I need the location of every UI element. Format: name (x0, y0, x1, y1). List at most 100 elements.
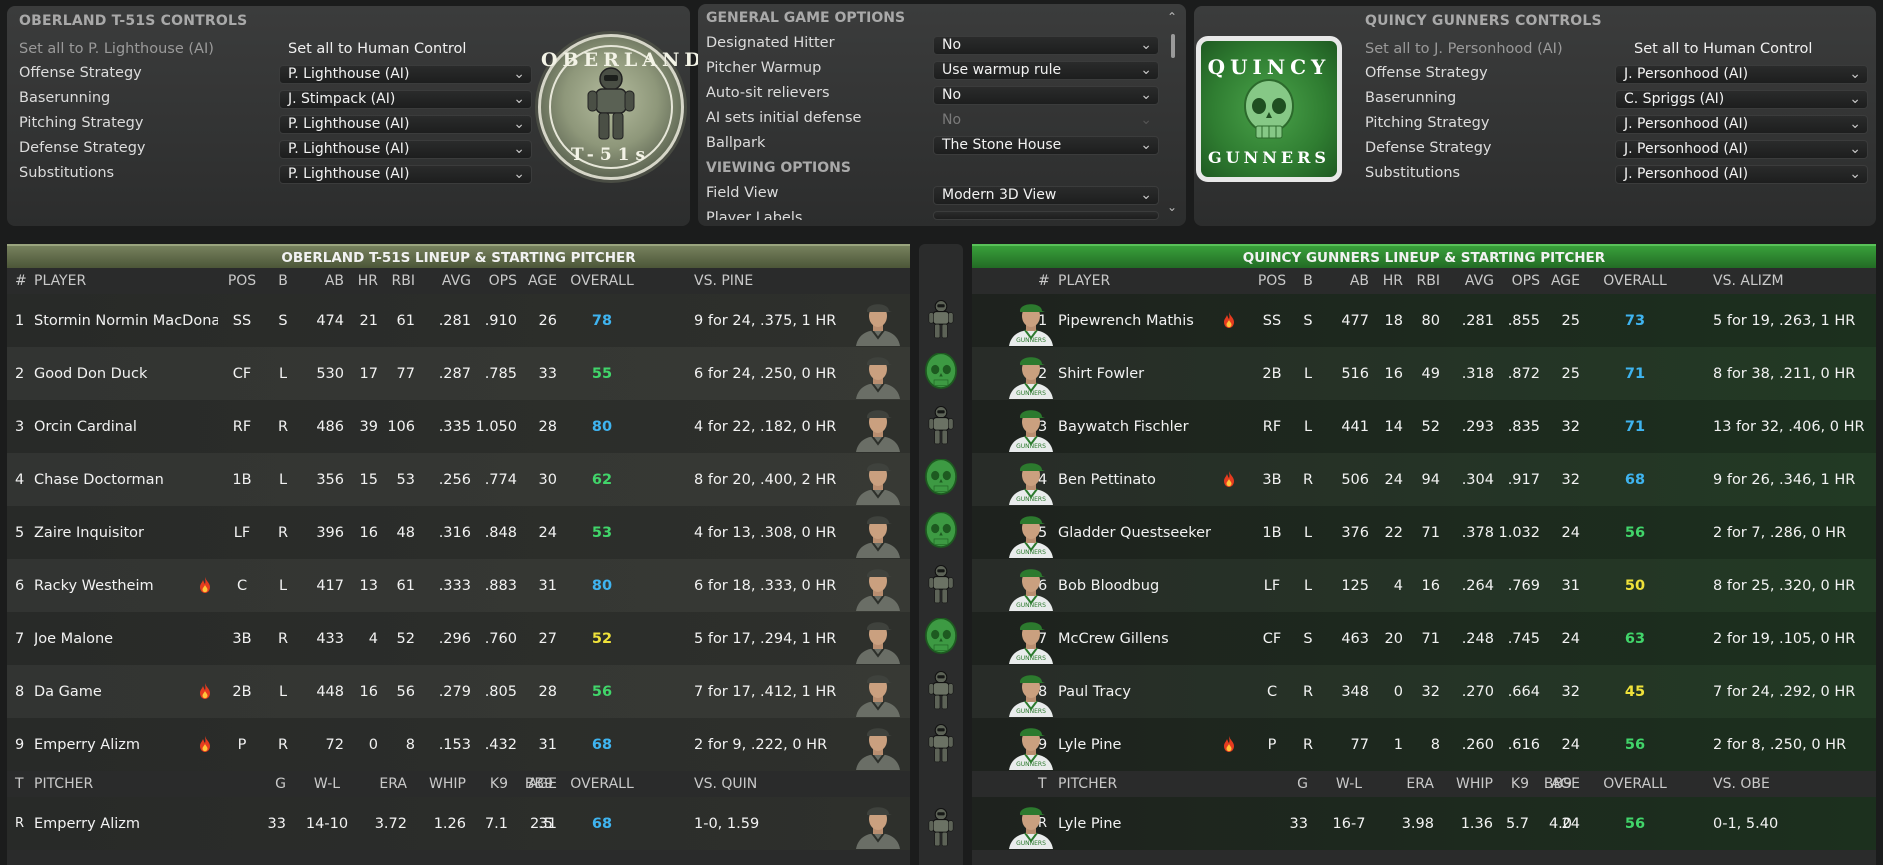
pitcher-column-header-whip[interactable]: WHIP (416, 771, 466, 797)
batting-average: .296 (438, 630, 471, 647)
option-dropdown[interactable]: No ⌄ (933, 36, 1159, 55)
column-header-player[interactable]: PLAYER (34, 268, 86, 294)
away-control-dropdown[interactable]: J. Personhood (AI) ⌄ (1615, 115, 1868, 134)
column-header-b[interactable]: B (1298, 268, 1318, 294)
column-header-num[interactable]: # (15, 268, 27, 294)
batter-row[interactable]: 2 Good Don Duck CF L 530 17 77.287.785 33 55 6 fo… (7, 347, 910, 400)
pitcher-column-header-k9[interactable]: K9 (472, 771, 508, 797)
column-header-avg[interactable]: AVG (1448, 268, 1494, 294)
batter-row[interactable]: 8 Da Game 2B L 448 16 56.279.805 28 56 7 for 17, … (7, 665, 910, 718)
pitcher-column-header-pitcher[interactable]: PITCHER (34, 771, 104, 797)
pitcher-column-header-pitcher[interactable]: PITCHER (1058, 771, 1128, 797)
batter-row[interactable]: 8 Paul Tracy C R 348 0 32.270.664 32 45 7 for 24,… (972, 665, 1876, 718)
option-dropdown[interactable]: Use warmup rule ⌄ (933, 61, 1159, 80)
pitcher-column-header-g[interactable]: G (256, 771, 286, 797)
home-control-dropdown[interactable]: P. Lighthouse (AI) ⌄ (279, 140, 532, 159)
home-runs: 13 (359, 577, 378, 594)
column-header-age[interactable]: AGE (1540, 268, 1580, 294)
away-control-dropdown[interactable]: J. Personhood (AI) ⌄ (1615, 165, 1868, 184)
home-control-dropdown[interactable]: P. Lighthouse (AI) ⌄ (279, 65, 532, 84)
batter-row[interactable]: 1 Pipewrench Mathis SS S 477 18 80.281.855 25 73… (972, 294, 1876, 347)
column-header-ops[interactable]: OPS (471, 268, 517, 294)
batter-row[interactable]: 6 Bob Bloodbug LF L 125 4 16.264.769 31 50 8 for … (972, 559, 1876, 612)
batter-row[interactable]: 1 Stormin Normin MacDonald SS S 474 21 61.281.… (7, 294, 910, 347)
chevron-down-icon: ⌄ (1849, 116, 1861, 132)
pitcher-column-header-whip[interactable]: WHIP (1443, 771, 1493, 797)
column-header-hr[interactable]: HR (338, 268, 378, 294)
away-control-dropdown[interactable]: J. Personhood (AI) ⌄ (1615, 65, 1868, 84)
column-header-pos[interactable]: POS (222, 268, 262, 294)
away-control-dropdown[interactable]: J. Personhood (AI) ⌄ (1615, 140, 1868, 159)
column-header-vs[interactable]: VS. PINE (694, 268, 753, 294)
whip: 1.26 (433, 815, 466, 832)
pitcher-column-header-age[interactable]: AGE (1540, 771, 1580, 797)
column-header-b[interactable]: B (273, 268, 293, 294)
pitcher-column-header-vs[interactable]: VS. OBE (1713, 771, 1813, 797)
column-header-player[interactable]: PLAYER (1058, 268, 1110, 294)
pitcher-column-header-g[interactable]: G (1278, 771, 1308, 797)
batter-row[interactable]: 7 Joe Malone 3B R 433 4 52.296.760 27 52 5 for 17… (7, 612, 910, 665)
pitcher-column-header-era[interactable]: ERA (367, 771, 407, 797)
view-option-dropdown[interactable] (933, 211, 1159, 220)
starting-pitcher-row[interactable]: R Emperry Alizm 33 14-10 3.72 1.26 7.1 2.5 31 68 1… (7, 797, 910, 850)
away-set-all-ai-button[interactable]: Set all to J. Personhood (AI) (1365, 41, 1625, 57)
batter-row[interactable]: 9 Emperry Alizm P R 72 0 8.153.432 31 68 2 for 9,… (7, 718, 910, 771)
column-header-overall[interactable]: OVERALL (566, 268, 638, 294)
batter-row[interactable]: 6 Racky Westheim C L 417 13 61.333.883 31 80 6 fo… (7, 559, 910, 612)
pitcher-column-header-overall[interactable]: OVERALL (1599, 771, 1671, 797)
column-header-hr[interactable]: HR (1363, 268, 1403, 294)
vs-pitcher-stats: 2 for 19, .105, 0 HR (1713, 630, 1856, 647)
column-header-ops[interactable]: OPS (1494, 268, 1540, 294)
pitcher-column-header-vs[interactable]: VS. QUIN (694, 771, 794, 797)
starting-pitcher-row[interactable]: R Lyle Pine 33 16-7 3.98 1.36 5.7 4.0 24 56 0-1, 5… (972, 797, 1876, 850)
away-control-dropdown[interactable]: C. Spriggs (AI) ⌄ (1615, 90, 1868, 109)
batter-row[interactable]: 9 Lyle Pine P R 77 1 8.260.616 24 56 2 for 8, .25… (972, 718, 1876, 771)
rbi: 71 (1421, 630, 1440, 647)
pitcher-column-header-age[interactable]: AGE (517, 771, 557, 797)
home-runs: 24 (1384, 471, 1403, 488)
batter-row[interactable]: 5 Gladder Questseeker 1B L 376 22 71.378 1.032 2… (972, 506, 1876, 559)
pitcher-column-header-t[interactable]: T (15, 771, 29, 797)
home-set-all-human-button[interactable]: Set all to Human Control (288, 41, 466, 57)
position: 2B (232, 683, 252, 700)
batter-row[interactable]: 4 Chase Doctorman 1B L 356 15 53.256.774 30 62 8 … (7, 453, 910, 506)
pitcher-column-header-era[interactable]: ERA (1394, 771, 1434, 797)
overall-rating: 50 (1624, 577, 1646, 594)
svg-text:GUNNERS: GUNNERS (1016, 761, 1046, 768)
batter-row[interactable]: 3 Baywatch Fischler RF L 441 14 52.293.835 32 71… (972, 400, 1876, 453)
column-header-rbi[interactable]: RBI (1400, 268, 1440, 294)
column-header-age[interactable]: AGE (517, 268, 557, 294)
scroll-up-icon[interactable]: ⌃ (1167, 10, 1177, 24)
column-header-avg[interactable]: AVG (425, 268, 471, 294)
scroll-thumb[interactable] (1171, 34, 1175, 58)
position: 3B (1262, 471, 1282, 488)
option-dropdown[interactable]: The Stone House ⌄ (933, 136, 1159, 155)
home-control-dropdown[interactable]: P. Lighthouse (AI) ⌄ (279, 115, 532, 134)
scroll-down-icon[interactable]: ⌄ (1167, 200, 1177, 214)
home-set-all-ai-button[interactable]: Set all to P. Lighthouse (AI) (19, 41, 279, 57)
pitcher-column-header-wl[interactable]: W-L (302, 771, 352, 797)
pitcher-column-header-overall[interactable]: OVERALL (566, 771, 638, 797)
batter-row[interactable]: 3 Orcin Cardinal RF R 486 39 106.335 1.050 28 80 4… (7, 400, 910, 453)
column-header-overall[interactable]: OVERALL (1599, 268, 1671, 294)
away-set-all-human-button[interactable]: Set all to Human Control (1634, 41, 1812, 57)
batter-row[interactable]: 2 Shirt Fowler 2B L 516 16 49.318.872 25 71 8 for… (972, 347, 1876, 400)
view-option-dropdown[interactable]: Modern 3D View ⌄ (933, 186, 1159, 205)
column-header-pos[interactable]: POS (1252, 268, 1292, 294)
batter-row[interactable]: 7 McCrew Gillens CF S 463 20 71.248.745 24 63 2 f… (972, 612, 1876, 665)
ops: .917 (1507, 471, 1540, 488)
pitcher-column-header-wl[interactable]: W-L (1324, 771, 1374, 797)
position: CF (232, 365, 252, 382)
batter-row[interactable]: 5 Zaire Inquisitor LF R 396 16 48.316.848 24 53 4… (7, 506, 910, 559)
column-header-num[interactable]: # (1038, 268, 1050, 294)
chevron-down-icon: ⌄ (1849, 66, 1861, 82)
batter-row[interactable]: 4 Ben Pettinato 3B R 506 24 94.304.917 32 68 9 fo… (972, 453, 1876, 506)
pitcher-column-header-k9[interactable]: K9 (1493, 771, 1529, 797)
pitcher-column-header-t[interactable]: T (1038, 771, 1052, 797)
column-header-rbi[interactable]: RBI (375, 268, 415, 294)
column-header-vs[interactable]: VS. ALIZM (1713, 268, 1784, 294)
home-control-dropdown[interactable]: J. Stimpack (AI) ⌄ (279, 90, 532, 109)
option-dropdown[interactable]: No ⌄ (933, 86, 1159, 105)
home-control-dropdown[interactable]: P. Lighthouse (AI) ⌄ (279, 165, 532, 184)
options-scrollbar[interactable]: ⌃ ⌄ (1166, 10, 1180, 216)
